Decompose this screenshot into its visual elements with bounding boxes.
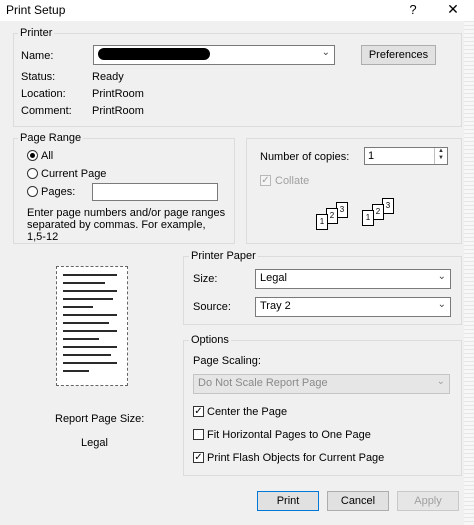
cancel-button[interactable]: Cancel [327,491,389,511]
printer-group-label: Printer [18,27,55,39]
page-preview [56,266,128,386]
radio-current-page[interactable] [27,168,38,179]
preferences-button[interactable]: Preferences [361,45,436,65]
paper-source-label: Source: [193,301,231,313]
printer-name-label: Name: [21,50,54,62]
paper-source-value: Tray 2 [260,300,291,312]
print-button[interactable]: Print [257,491,319,511]
printer-paper-group-label: Printer Paper [189,250,258,262]
status-label: Status: [21,71,56,83]
collate-page-icon: 1 [316,214,328,230]
close-button[interactable]: ✕ [446,1,460,18]
page-range-hint: Enter page numbers and/or page ranges se… [27,207,226,243]
location-value: PrintRoom [92,88,144,100]
page-scaling-select[interactable]: Do Not Scale Report Page ⌄ [193,374,450,394]
print-flash-checkbox[interactable]: ✓ [193,452,204,463]
chevron-down-icon: ⌄ [437,299,446,310]
radio-pages[interactable] [27,186,38,197]
status-value: Ready [92,71,124,83]
print-flash-label: Print Flash Objects for Current Page [207,452,385,464]
report-page-size-label: Report Page Size: [55,413,145,425]
location-label: Location: [21,88,66,100]
paper-size-value: Legal [260,272,287,284]
radio-all[interactable] [27,150,38,161]
chevron-down-icon: ⌄ [437,271,446,282]
page-scaling-value: Do Not Scale Report Page [198,377,328,389]
chevron-down-icon: ⌄ [321,47,330,58]
copies-spin-buttons[interactable]: ▲ ▼ [434,148,447,164]
fit-horizontal-checkbox[interactable] [193,429,204,440]
collate-checkbox[interactable]: ✓ [260,175,271,186]
comment-label: Comment: [21,105,72,117]
chevron-down-icon: ⌄ [436,376,445,387]
report-page-size-value: Legal [81,437,108,449]
options-group-label: Options [189,334,231,346]
apply-button[interactable]: Apply [397,491,459,511]
fit-horizontal-label: Fit Horizontal Pages to One Page [207,429,371,441]
paper-size-select[interactable]: Legal ⌄ [255,269,451,289]
copies-label: Number of copies: [260,151,350,163]
comment-value: PrintRoom [92,105,144,117]
copies-spinner[interactable]: 1 ▲ ▼ [364,147,448,165]
paper-size-label: Size: [193,273,218,285]
center-page-checkbox[interactable]: ✓ [193,406,204,417]
window-title: Print Setup [6,3,66,17]
pages-input[interactable] [92,183,218,201]
spin-down-icon[interactable]: ▼ [435,155,447,162]
radio-current-page-label: Current Page [41,168,107,180]
page-range-group-label: Page Range [18,132,84,144]
window-edge-shadow [464,21,474,525]
copies-value: 1 [368,150,375,162]
paper-source-select[interactable]: Tray 2 ⌄ [255,297,451,317]
radio-all-label: All [41,150,54,162]
spin-up-icon[interactable]: ▲ [435,148,447,155]
collate-page-icon: 1 [362,210,374,226]
center-page-label: Center the Page [207,406,288,418]
page-scaling-label: Page Scaling: [193,355,261,367]
title-bar [0,0,474,21]
collate-label: Collate [275,175,310,187]
radio-pages-label: Pages: [41,186,76,198]
printer-name-select[interactable]: ⌄ [93,45,335,65]
help-button[interactable]: ? [406,2,420,17]
redacted-printer-name [98,48,210,60]
